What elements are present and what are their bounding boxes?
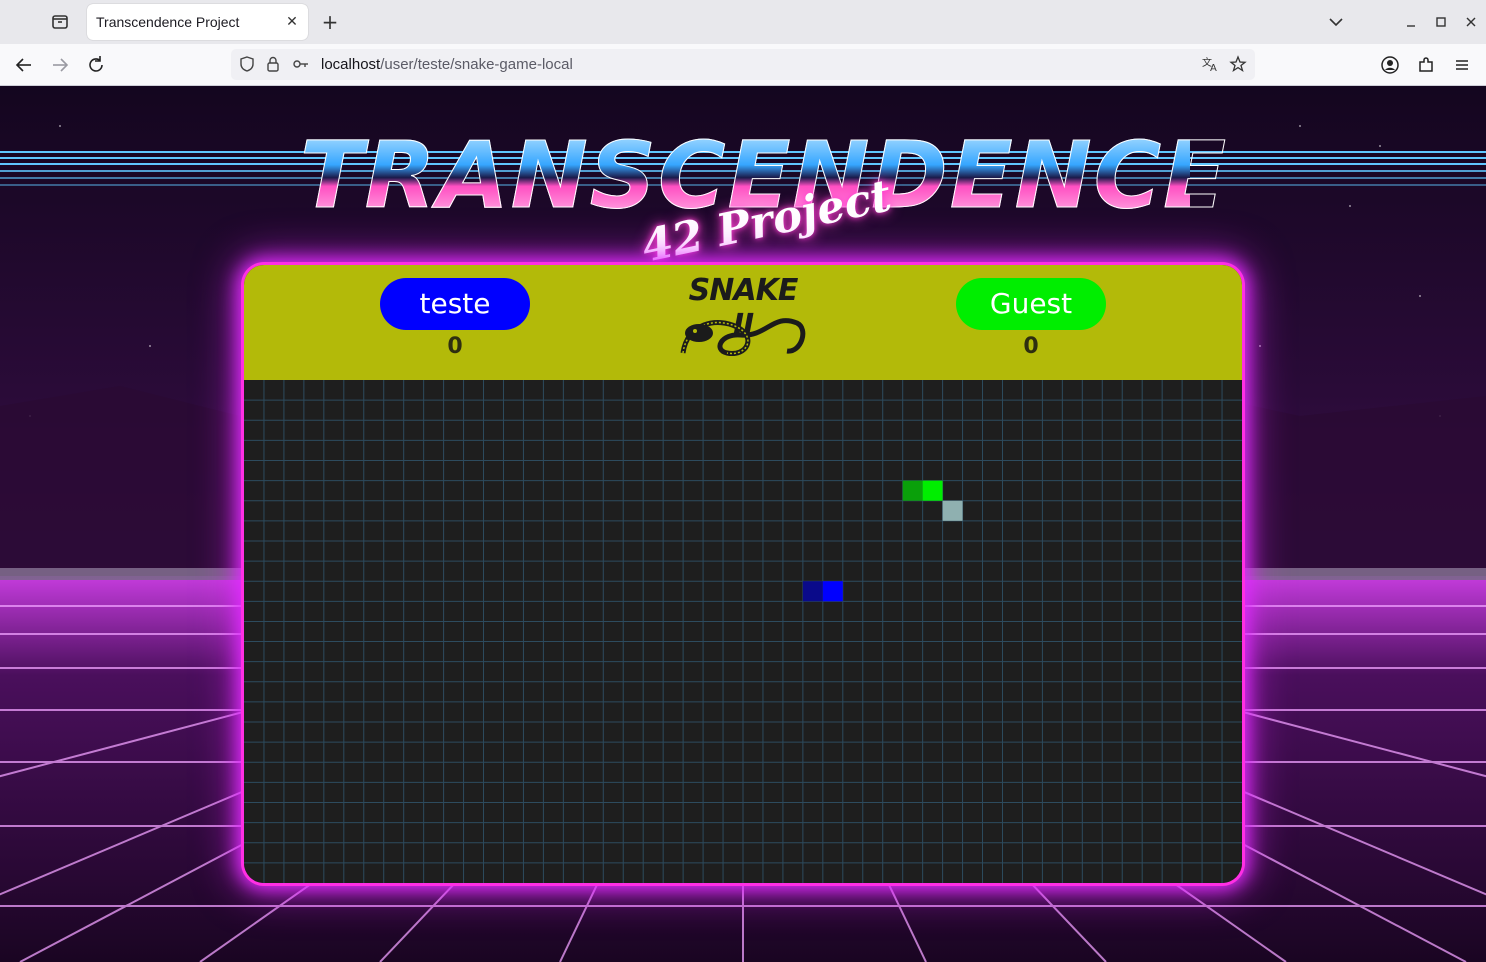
shield-icon[interactable] [238, 55, 256, 73]
tab-list-icon[interactable] [48, 10, 72, 34]
window-close-icon[interactable] [1459, 10, 1483, 34]
browser-titlebar: Transcendence Project ✕ + [0, 0, 1486, 44]
url-host: localhost [321, 56, 381, 73]
lock-icon[interactable] [264, 55, 282, 73]
player2-panel: Guest 0 [956, 278, 1106, 359]
snake-ii-logo: SNAKE II [677, 273, 809, 363]
game-board[interactable] [244, 380, 1242, 883]
translate-icon[interactable]: 文A [1201, 55, 1219, 74]
address-bar[interactable]: localhost/user/teste/snake-game-local 文A [231, 49, 1255, 80]
url-text: localhost/user/teste/snake-game-local [321, 56, 573, 73]
food-cell [942, 500, 963, 521]
plus-icon[interactable]: + [318, 10, 342, 34]
player2-snake-head [922, 480, 943, 501]
star-icon[interactable] [1229, 55, 1247, 73]
player1-snake-body [802, 581, 823, 602]
reload-icon[interactable] [83, 52, 109, 78]
player1-score: 0 [447, 334, 463, 359]
back-arrow-icon[interactable] [11, 52, 37, 78]
transcendence-logo: TRANSCENDENCE 42 Project [300, 114, 1227, 273]
extensions-icon[interactable] [1413, 52, 1439, 78]
snake-logo-art [680, 318, 806, 356]
player1-name: teste [380, 278, 530, 330]
account-icon[interactable] [1377, 52, 1403, 78]
player1-snake-head [822, 581, 843, 602]
url-path: /user/teste/snake-game-local [380, 56, 573, 73]
tab-title: Transcendence Project [96, 14, 240, 30]
close-icon[interactable]: ✕ [282, 12, 302, 32]
page-background: TRANSCENDENCE 42 Project teste 0 SNAKE I… [0, 86, 1486, 962]
player2-name: Guest [956, 278, 1106, 330]
snake-game-panel: teste 0 SNAKE II Guest 0 [244, 265, 1242, 883]
player1-panel: teste 0 [380, 278, 530, 359]
player2-snake-body [902, 480, 923, 501]
game-header: teste 0 SNAKE II Guest 0 [244, 265, 1242, 380]
forward-arrow-icon[interactable] [47, 52, 73, 78]
key-icon[interactable] [292, 55, 310, 73]
minimize-icon[interactable] [1399, 10, 1423, 34]
player2-score: 0 [1023, 334, 1039, 359]
active-tab[interactable]: Transcendence Project ✕ [87, 4, 308, 40]
maximize-icon[interactable] [1429, 10, 1453, 34]
menu-icon[interactable] [1449, 52, 1475, 78]
svg-text:A: A [1210, 63, 1217, 73]
browser-navbar: localhost/user/teste/snake-game-local 文A [0, 44, 1486, 86]
chevron-down-icon[interactable] [1324, 10, 1348, 34]
